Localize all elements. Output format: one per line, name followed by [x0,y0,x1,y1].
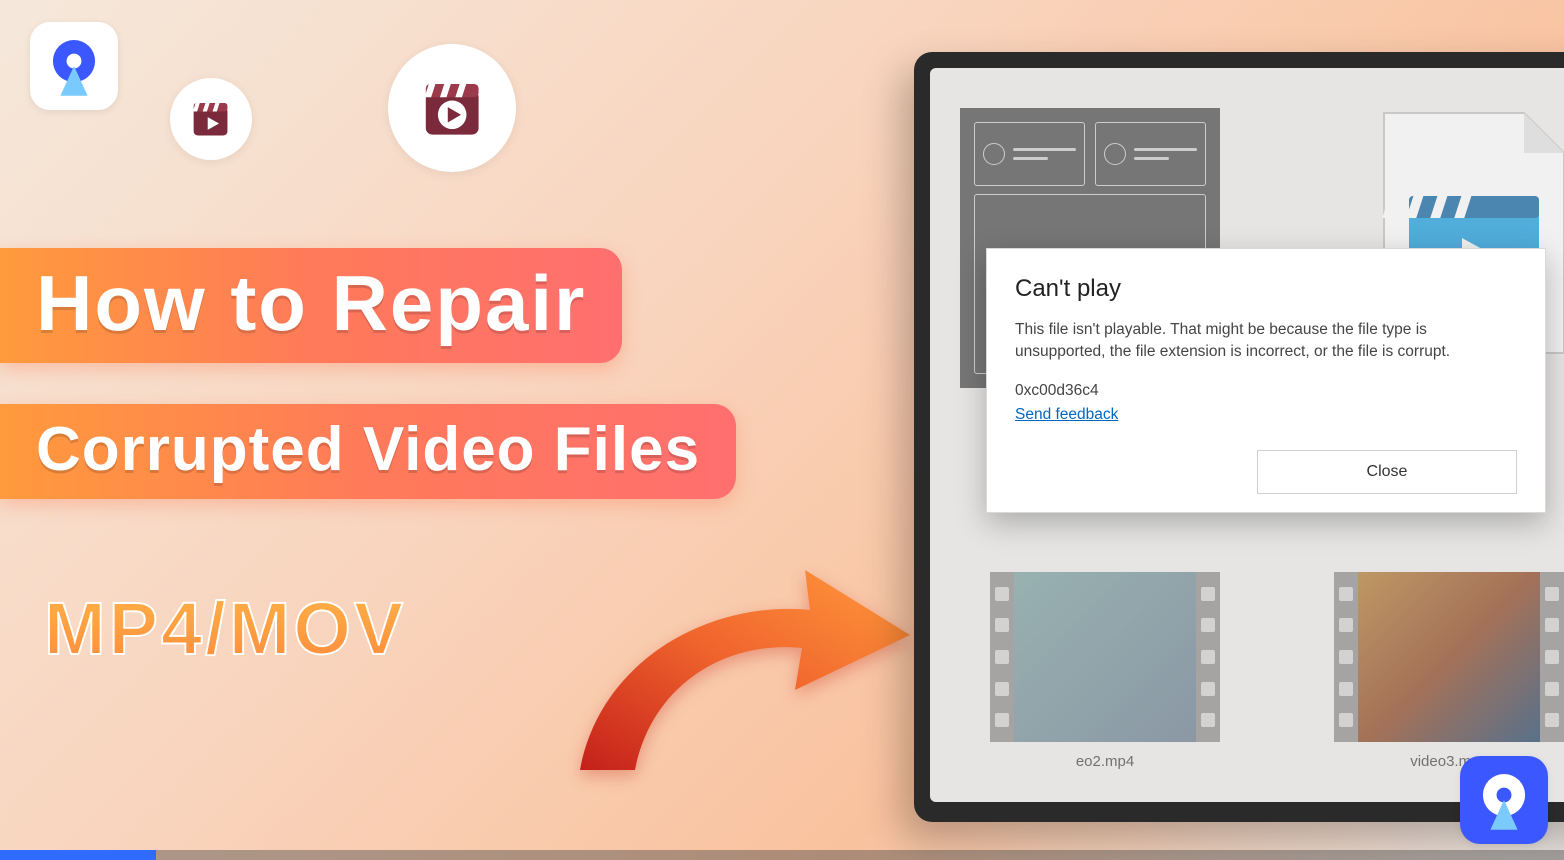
brand-logo-corner [1460,756,1548,844]
formats-label: MP4/MOV [44,586,406,671]
send-feedback-link[interactable]: Send feedback [1015,406,1118,424]
contact-card [1095,122,1206,186]
video-progress-bar[interactable] [0,850,1564,860]
video-thumbnail[interactable] [1334,572,1564,742]
dialog-title: Can't play [1015,275,1517,303]
video-thumbnail[interactable] [990,572,1220,742]
contact-card [974,122,1085,186]
recoverit-logo-icon [1473,769,1535,831]
video-clapper-play-icon [417,73,487,143]
close-button[interactable]: Close [1257,450,1517,494]
app-logo-badge [30,22,118,110]
video-progress-fill [0,850,156,860]
avatar-icon [983,143,1005,165]
thumbnail-image [1358,572,1540,742]
title-line1: How to Repair [36,258,586,349]
video-clapper-play-icon [188,96,233,141]
dialog-message: This file isn't playable. That might be … [1015,319,1517,364]
curved-arrow [560,540,920,800]
title-bar-line1: How to Repair [0,248,622,363]
error-dialog: Can't play This file isn't playable. Tha… [986,248,1546,513]
video-icon-small [170,78,252,160]
title-bar-line2: Corrupted Video Files [0,404,736,499]
avatar-icon [1104,143,1126,165]
dialog-error-code: 0xc00d36c4 [1015,382,1517,400]
thumbnail-image [1014,572,1196,742]
title-line2: Corrupted Video Files [36,414,700,485]
thumbnail-filename: eo2.mp4 [990,753,1220,770]
video-icon-large [388,44,516,172]
recoverit-logo-icon [43,35,105,97]
curved-arrow-icon [560,540,920,800]
